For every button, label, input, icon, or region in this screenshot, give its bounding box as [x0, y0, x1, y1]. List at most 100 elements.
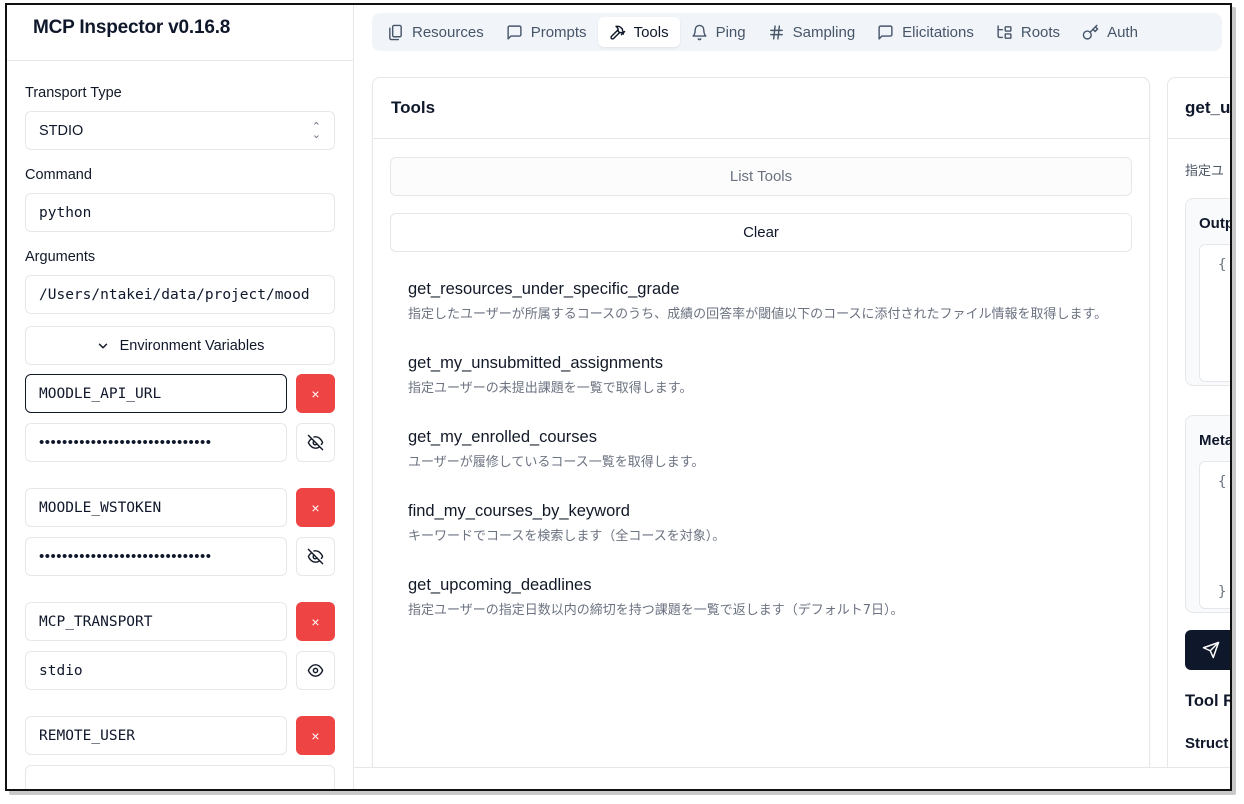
- env-value-input[interactable]: ••••••••••••••••••••••••••••••: [25, 423, 287, 462]
- env-key-input[interactable]: REMOTE_USER: [25, 716, 287, 755]
- tab-label: Sampling: [792, 23, 856, 41]
- main-content: Resources Prompts Tools Ping Sampling El…: [354, 5, 1230, 789]
- arguments-label: Arguments: [25, 249, 96, 265]
- delete-env-button[interactable]: ×: [296, 374, 335, 413]
- tab-label: Roots: [1020, 23, 1061, 41]
- message-icon: [507, 24, 522, 40]
- tab-label: Tools: [633, 23, 669, 41]
- close-icon: ×: [311, 499, 320, 516]
- tool-list-item[interactable]: get_my_unsubmitted_assignments 指定ユーザーの未提…: [390, 346, 1132, 408]
- tool-result-title: Tool R: [1185, 692, 1232, 710]
- list-tools-button[interactable]: List Tools: [390, 157, 1132, 196]
- tools-panel-body: List Tools Clear get_resources_under_spe…: [373, 139, 1149, 660]
- command-input[interactable]: python: [25, 193, 335, 232]
- output-schema-title: Outp: [1199, 215, 1232, 232]
- env-var-key-row: REMOTE_USER ×: [25, 716, 335, 755]
- hash-icon: [769, 24, 783, 40]
- tools-panel: Tools List Tools Clear get_resources_und…: [372, 77, 1150, 777]
- tools-panel-title: Tools: [373, 78, 1149, 139]
- tab-auth[interactable]: Auth: [1071, 17, 1149, 47]
- output-schema-card: Outp {: [1185, 198, 1232, 386]
- code-brace: }: [1218, 584, 1227, 600]
- tool-list-item[interactable]: get_upcoming_deadlines 指定ユーザーの指定日数以内の締切を…: [390, 568, 1132, 630]
- tool-name: find_my_courses_by_keyword: [408, 502, 630, 520]
- env-key-input[interactable]: MOODLE_WSTOKEN: [25, 488, 287, 527]
- code-brace: {: [1218, 474, 1227, 490]
- tool-detail-description: 指定ユ: [1185, 163, 1225, 178]
- env-value-input[interactable]: stdio: [25, 651, 287, 690]
- history-panel-edge: [354, 767, 1230, 789]
- meta-title: Meta: [1199, 432, 1232, 449]
- chevron-down-icon: [98, 343, 107, 348]
- tool-list-item[interactable]: get_my_enrolled_courses ユーザーが履修しているコース一覧…: [390, 420, 1132, 482]
- sidebar-header: MCP Inspector v0.16.8: [7, 5, 353, 61]
- tab-bar: Resources Prompts Tools Ping Sampling El…: [372, 13, 1222, 51]
- env-var-value-row: ••••••••••••••••••••••••••••••: [25, 423, 335, 462]
- tool-name: get_upcoming_deadlines: [408, 576, 592, 594]
- close-icon: ×: [311, 727, 320, 744]
- tab-tools[interactable]: Tools: [597, 17, 680, 47]
- arguments-input[interactable]: /Users/ntakei/data/project/mood: [25, 275, 335, 314]
- tab-resources[interactable]: Resources: [376, 17, 495, 47]
- tab-prompts[interactable]: Prompts: [495, 17, 598, 47]
- connection-form: Transport Type STDIO ⌃ ⌄ Command python A…: [7, 85, 353, 789]
- env-key-input[interactable]: MCP_TRANSPORT: [25, 602, 287, 641]
- resources-icon: [389, 24, 402, 40]
- env-var-key-row: MOODLE_API_URL ×: [25, 374, 335, 413]
- tool-description: ユーザーが履修しているコース一覧を取得します。: [408, 455, 705, 470]
- tool-list: get_resources_under_specific_grade 指定したユ…: [390, 272, 1132, 630]
- send-icon: [1202, 641, 1220, 659]
- tab-roots[interactable]: Roots: [985, 17, 1071, 47]
- env-value-input[interactable]: [25, 765, 335, 789]
- env-var-value-row: ••••••••••••••••••••••••••••••: [25, 537, 335, 576]
- tool-name: get_my_unsubmitted_assignments: [408, 354, 663, 372]
- delete-env-button[interactable]: ×: [296, 602, 335, 641]
- key-icon: [1082, 24, 1099, 40]
- command-label: Command: [25, 167, 92, 183]
- tool-list-item[interactable]: get_resources_under_specific_grade 指定したユ…: [390, 272, 1132, 334]
- tab-ping[interactable]: Ping: [680, 17, 757, 47]
- tab-label: Prompts: [530, 23, 587, 41]
- close-icon: ×: [311, 385, 320, 402]
- eye-off-icon: [307, 548, 324, 565]
- app-window: MCP Inspector v0.16.8 Transport Type STD…: [5, 3, 1232, 791]
- eye-off-icon: [307, 434, 324, 451]
- eye-icon: [307, 664, 324, 677]
- environment-variables-toggle[interactable]: Environment Variables: [25, 326, 335, 365]
- run-tool-button[interactable]: [1185, 630, 1230, 670]
- tab-label: Ping: [715, 23, 746, 41]
- transport-type-value: STDIO: [39, 122, 84, 139]
- tool-description: 指定したユーザーが所属するコースのうち、成績の回答率が閾値以下のコースに添付され…: [408, 307, 1108, 322]
- tool-list-item[interactable]: find_my_courses_by_keyword キーワードでコースを検索し…: [390, 494, 1132, 556]
- meta-code: { }: [1199, 461, 1230, 609]
- tool-detail-panel: get_u 指定ユ Outp { Meta { } Tool R Struct: [1167, 77, 1232, 789]
- sidebar: MCP Inspector v0.16.8 Transport Type STD…: [7, 5, 354, 789]
- tab-sampling[interactable]: Sampling: [757, 17, 867, 47]
- clear-button[interactable]: Clear: [390, 213, 1132, 252]
- env-key-input[interactable]: MOODLE_API_URL: [25, 374, 287, 413]
- env-var-key-row: MCP_TRANSPORT ×: [25, 602, 335, 641]
- toggle-visibility-button[interactable]: [296, 537, 335, 576]
- toggle-visibility-button[interactable]: [296, 423, 335, 462]
- tab-label: Resources: [412, 23, 484, 41]
- delete-env-button[interactable]: ×: [296, 716, 335, 755]
- output-schema-code: {: [1199, 244, 1230, 382]
- transport-type-label: Transport Type: [25, 85, 122, 101]
- tab-label: Auth: [1107, 23, 1138, 41]
- environment-variables-label: Environment Variables: [119, 337, 265, 354]
- delete-env-button[interactable]: ×: [296, 488, 335, 527]
- tab-elicitations[interactable]: Elicitations: [866, 17, 985, 47]
- app-title: MCP Inspector v0.16.8: [33, 17, 231, 38]
- tab-label: Elicitations: [902, 23, 974, 41]
- toggle-visibility-button[interactable]: [296, 651, 335, 690]
- transport-type-select[interactable]: STDIO ⌃ ⌄: [25, 111, 335, 150]
- env-value-input[interactable]: ••••••••••••••••••••••••••••••: [25, 537, 287, 576]
- hammer-icon: [609, 25, 625, 40]
- tool-name: get_my_enrolled_courses: [408, 428, 597, 446]
- structured-content-title: Struct: [1185, 735, 1229, 752]
- env-var-key-row: MOODLE_WSTOKEN ×: [25, 488, 335, 527]
- chevron-up-down-icon: ⌃ ⌄: [311, 120, 321, 141]
- meta-card: Meta { }: [1185, 415, 1232, 613]
- tool-description: 指定ユーザーの指定日数以内の締切を持つ課題を一覧で返します（デフォルト7日）。: [408, 603, 904, 618]
- tool-description: キーワードでコースを検索します（全コースを対象）。: [408, 529, 726, 544]
